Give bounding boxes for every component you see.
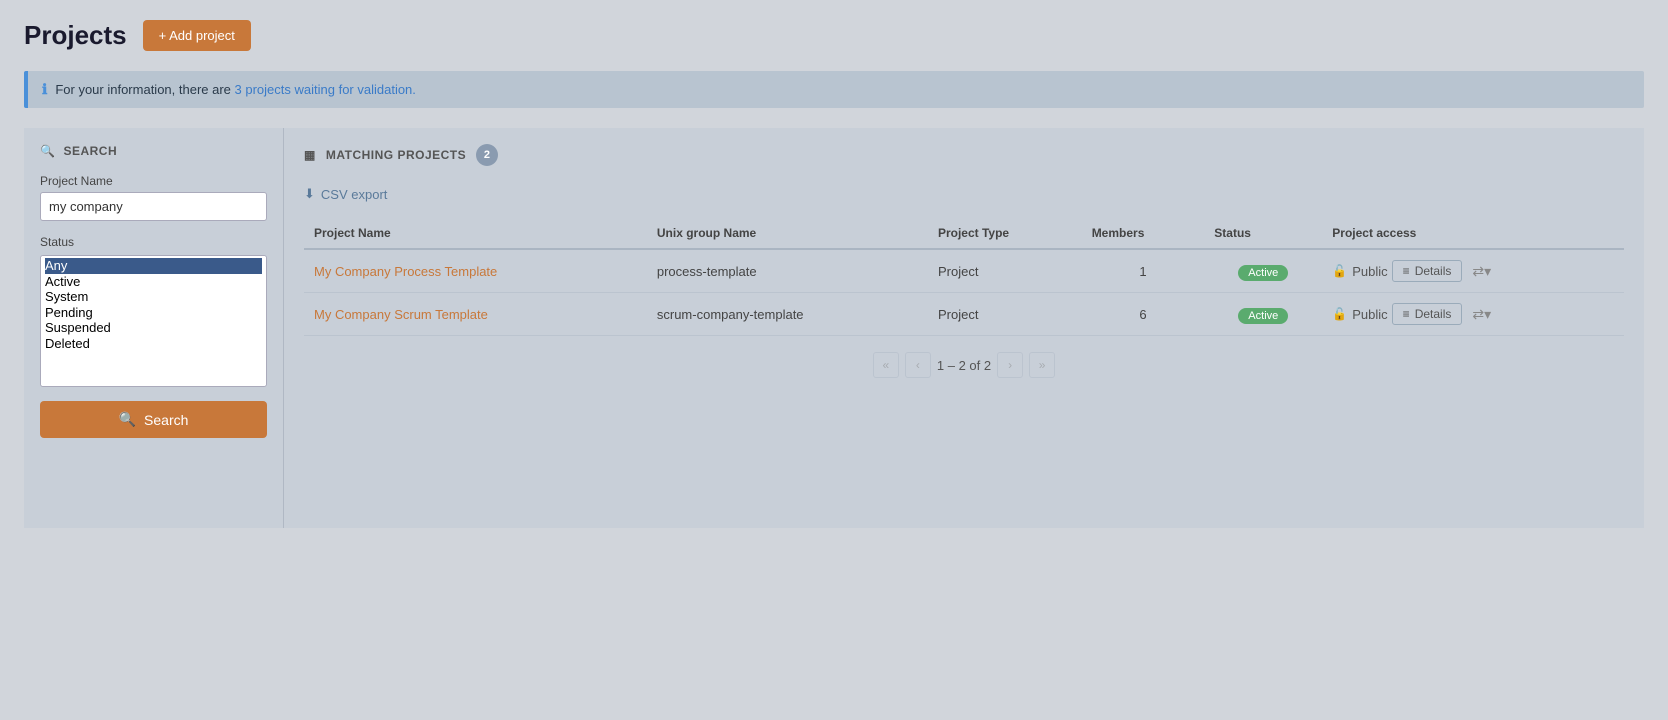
status-option-pending: Pending xyxy=(45,305,262,321)
row1-status-badge: Active xyxy=(1238,265,1288,281)
results-heading-icon: ▦ xyxy=(304,148,316,162)
col-header-project-type: Project Type xyxy=(928,218,1082,249)
status-field: Status Any Active System Pending Suspend… xyxy=(40,235,267,387)
pagination: « ‹ 1 – 2 of 2 › » xyxy=(304,352,1624,378)
col-header-access: Project access xyxy=(1322,218,1624,249)
row2-lock-icon: 🔓 xyxy=(1332,307,1347,321)
project-name-label: Project Name xyxy=(40,174,267,188)
row2-action-arrows[interactable]: ⇄▾ xyxy=(1466,306,1491,323)
project-name-field: Project Name xyxy=(40,174,267,235)
results-heading-label: MATCHING PROJECTS xyxy=(326,148,466,162)
table-row: My Company Process Template process-temp… xyxy=(304,249,1624,293)
row2-access-label: Public xyxy=(1352,307,1387,322)
status-select-wrapper[interactable]: Any Active System Pending Suspended Dele… xyxy=(40,255,267,387)
row1-details-button[interactable]: ≡ Details xyxy=(1392,260,1463,282)
status-option-deleted: Deleted xyxy=(45,336,262,352)
info-banner-text: For your information, there are 3 projec… xyxy=(55,82,416,97)
results-count-badge: 2 xyxy=(476,144,498,166)
row2-details-button[interactable]: ≡ Details xyxy=(1392,303,1463,325)
row1-action-arrows[interactable]: ⇄▾ xyxy=(1466,263,1491,280)
row1-members: 1 xyxy=(1082,249,1205,293)
status-option-suspended: Suspended xyxy=(45,320,262,336)
search-heading-label: SEARCH xyxy=(63,144,117,158)
row2-status-badge: Active xyxy=(1238,308,1288,324)
pagination-prev-button[interactable]: ‹ xyxy=(905,352,931,378)
status-option-any: Any xyxy=(45,258,262,274)
row2-details-icon: ≡ xyxy=(1403,307,1410,321)
row1-lock-icon: 🔓 xyxy=(1332,264,1347,278)
row1-details-icon: ≡ xyxy=(1403,264,1410,278)
search-button-icon: 🔍 xyxy=(119,411,136,428)
row1-access: 🔓 Public ≡ Details ⇄▾ xyxy=(1322,249,1624,293)
col-header-project-name: Project Name xyxy=(304,218,647,249)
row2-status: Active xyxy=(1204,293,1322,336)
pagination-first-button[interactable]: « xyxy=(873,352,899,378)
row2-project-link[interactable]: My Company Scrum Template xyxy=(314,307,488,322)
table-header: Project Name Unix group Name Project Typ… xyxy=(304,218,1624,249)
row1-project-link[interactable]: My Company Process Template xyxy=(314,264,497,279)
csv-export-button[interactable]: ⬇ CSV export xyxy=(304,182,387,206)
pagination-info: 1 – 2 of 2 xyxy=(937,358,991,373)
status-label: Status xyxy=(40,235,267,249)
main-layout: 🔍 SEARCH Project Name Status Any Active … xyxy=(24,128,1644,528)
pagination-next-button[interactable]: › xyxy=(997,352,1023,378)
row1-access-label: Public xyxy=(1352,264,1387,279)
row1-status: Active xyxy=(1204,249,1322,293)
row1-type: Project xyxy=(928,249,1082,293)
projects-table: Project Name Unix group Name Project Typ… xyxy=(304,218,1624,336)
row2-members: 6 xyxy=(1082,293,1205,336)
add-project-button[interactable]: + Add project xyxy=(143,20,251,51)
csv-export-label: CSV export xyxy=(321,187,387,202)
page-title: Projects xyxy=(24,20,127,51)
row2-access: 🔓 Public ≡ Details ⇄▾ xyxy=(1322,293,1624,336)
search-heading-icon: 🔍 xyxy=(40,144,55,158)
results-header: ▦ MATCHING PROJECTS 2 xyxy=(304,144,1624,166)
table-row: My Company Scrum Template scrum-company-… xyxy=(304,293,1624,336)
row2-project-name: My Company Scrum Template xyxy=(304,293,647,336)
info-banner: ℹ For your information, there are 3 proj… xyxy=(24,71,1644,108)
validation-link[interactable]: 3 projects waiting for validation. xyxy=(235,82,416,97)
pagination-last-button[interactable]: » xyxy=(1029,352,1055,378)
csv-icon: ⬇ xyxy=(304,186,315,202)
results-panel: ▦ MATCHING PROJECTS 2 ⬇ CSV export Proje… xyxy=(284,128,1644,528)
table-body: My Company Process Template process-temp… xyxy=(304,249,1624,336)
search-panel-heading: 🔍 SEARCH xyxy=(40,144,267,158)
col-header-members: Members xyxy=(1082,218,1205,249)
project-name-input[interactable] xyxy=(40,192,267,221)
col-header-status: Status xyxy=(1204,218,1322,249)
search-button-label: Search xyxy=(144,412,188,428)
info-icon: ℹ xyxy=(42,81,47,98)
row2-type: Project xyxy=(928,293,1082,336)
row2-unix-group: scrum-company-template xyxy=(647,293,928,336)
row1-unix-group: process-template xyxy=(647,249,928,293)
search-button[interactable]: 🔍 Search xyxy=(40,401,267,438)
status-select[interactable]: Any Active System Pending Suspended Dele… xyxy=(41,256,266,386)
page-header: Projects + Add project xyxy=(24,20,1644,51)
status-option-active: Active xyxy=(45,274,262,290)
row1-project-name: My Company Process Template xyxy=(304,249,647,293)
status-option-system: System xyxy=(45,289,262,305)
col-header-unix-group: Unix group Name xyxy=(647,218,928,249)
search-panel: 🔍 SEARCH Project Name Status Any Active … xyxy=(24,128,284,528)
